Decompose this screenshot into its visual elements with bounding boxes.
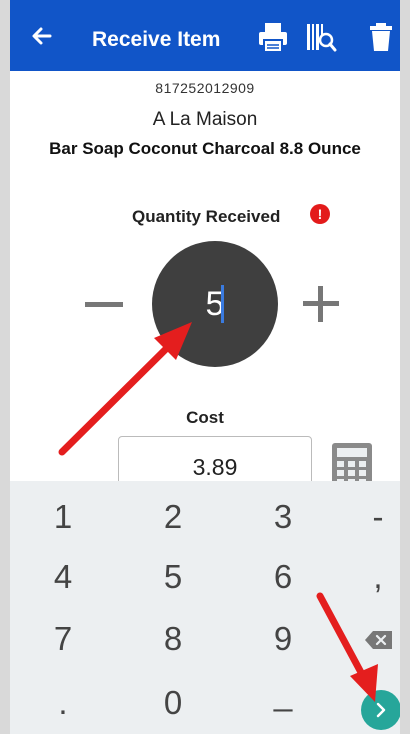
quantity-input[interactable] <box>152 241 278 367</box>
plus-icon-vertical <box>318 286 323 322</box>
key-8[interactable]: 8 <box>125 610 221 668</box>
key-comma[interactable]: , <box>330 548 400 606</box>
trash-icon[interactable] <box>364 20 398 54</box>
numeric-keyboard: 1 2 3 - 4 5 6 , 7 8 9 . 0 _ <box>10 481 400 734</box>
item-upc: 817252012909 <box>155 80 255 96</box>
key-9[interactable]: 9 <box>235 610 331 668</box>
key-space[interactable]: _ <box>235 665 331 723</box>
item-brand: A La Maison <box>152 109 258 130</box>
app-screen: Receive Item 817252012909 A La Maison Ba… <box>10 0 400 734</box>
key-0[interactable]: 0 <box>125 674 221 732</box>
key-4[interactable]: 4 <box>15 548 111 606</box>
key-7[interactable]: 7 <box>15 610 111 668</box>
key-6[interactable]: 6 <box>235 548 331 606</box>
cost-label: Cost <box>186 408 224 427</box>
key-2[interactable]: 2 <box>125 488 221 546</box>
quantity-stepper <box>152 241 278 367</box>
page-title: Receive Item <box>92 28 221 51</box>
key-minus[interactable]: - <box>330 488 400 546</box>
decrement-button[interactable] <box>85 302 123 307</box>
printer-icon[interactable] <box>256 20 290 54</box>
warning-icon[interactable]: ! <box>310 204 330 224</box>
increment-button[interactable] <box>303 286 339 322</box>
key-period[interactable]: . <box>15 674 111 732</box>
app-bar: Receive Item <box>10 0 400 71</box>
quantity-label: Quantity Received <box>132 207 281 226</box>
key-1[interactable]: 1 <box>15 488 111 546</box>
item-name: Bar Soap Coconut Charcoal 8.8 Ounce <box>49 139 361 158</box>
key-5[interactable]: 5 <box>125 548 221 606</box>
back-arrow-icon[interactable] <box>28 22 56 50</box>
barcode-search-icon[interactable] <box>304 20 338 54</box>
text-cursor <box>221 285 224 323</box>
chevron-right-icon <box>376 702 386 718</box>
backspace-icon[interactable] <box>364 630 394 650</box>
enter-button[interactable] <box>361 690 400 730</box>
key-3[interactable]: 3 <box>235 488 331 546</box>
